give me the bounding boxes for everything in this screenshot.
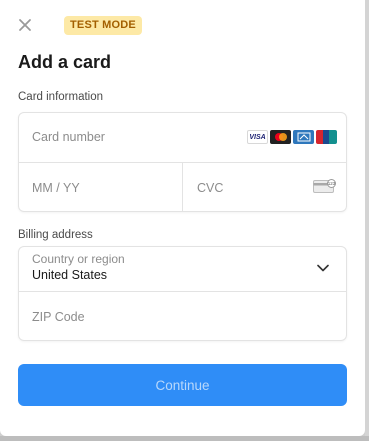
address-divider xyxy=(19,291,346,292)
country-select[interactable]: Country or region United States xyxy=(19,247,346,291)
visa-icon: VISA xyxy=(247,130,268,144)
card-number-field[interactable]: Card number xyxy=(32,130,105,144)
expiry-cvc-divider xyxy=(182,163,183,211)
expiry-field[interactable]: MM / YY xyxy=(32,181,80,195)
country-label: Country or region xyxy=(32,252,125,266)
cvc-field[interactable]: CVC xyxy=(197,181,223,195)
add-card-sheet: TEST MODE Add a card Card information Ca… xyxy=(0,0,365,436)
continue-button[interactable]: Continue xyxy=(18,364,347,406)
visa-text: VISA xyxy=(249,133,266,141)
test-mode-badge: TEST MODE xyxy=(64,16,142,35)
unionpay-icon xyxy=(316,130,337,144)
page-title: Add a card xyxy=(18,52,112,72)
country-value: United States xyxy=(32,268,108,282)
right-edge xyxy=(365,0,369,441)
card-information-box: Card number VISA MM / YY CVC 123 xyxy=(18,112,347,212)
amex-icon xyxy=(293,130,314,144)
bottom-edge xyxy=(0,436,369,441)
svg-text:123: 123 xyxy=(328,181,336,186)
close-icon[interactable] xyxy=(17,17,33,33)
zip-code-field[interactable]: ZIP Code xyxy=(32,310,85,324)
billing-address-box: Country or region United States ZIP Code xyxy=(18,246,347,341)
mastercard-icon xyxy=(270,130,291,144)
chevron-down-icon xyxy=(317,264,329,272)
card-brands: VISA xyxy=(247,130,337,144)
cvc-card-icon: 123 xyxy=(313,179,337,199)
billing-address-label: Billing address xyxy=(18,229,93,241)
card-information-label: Card information xyxy=(18,91,104,103)
